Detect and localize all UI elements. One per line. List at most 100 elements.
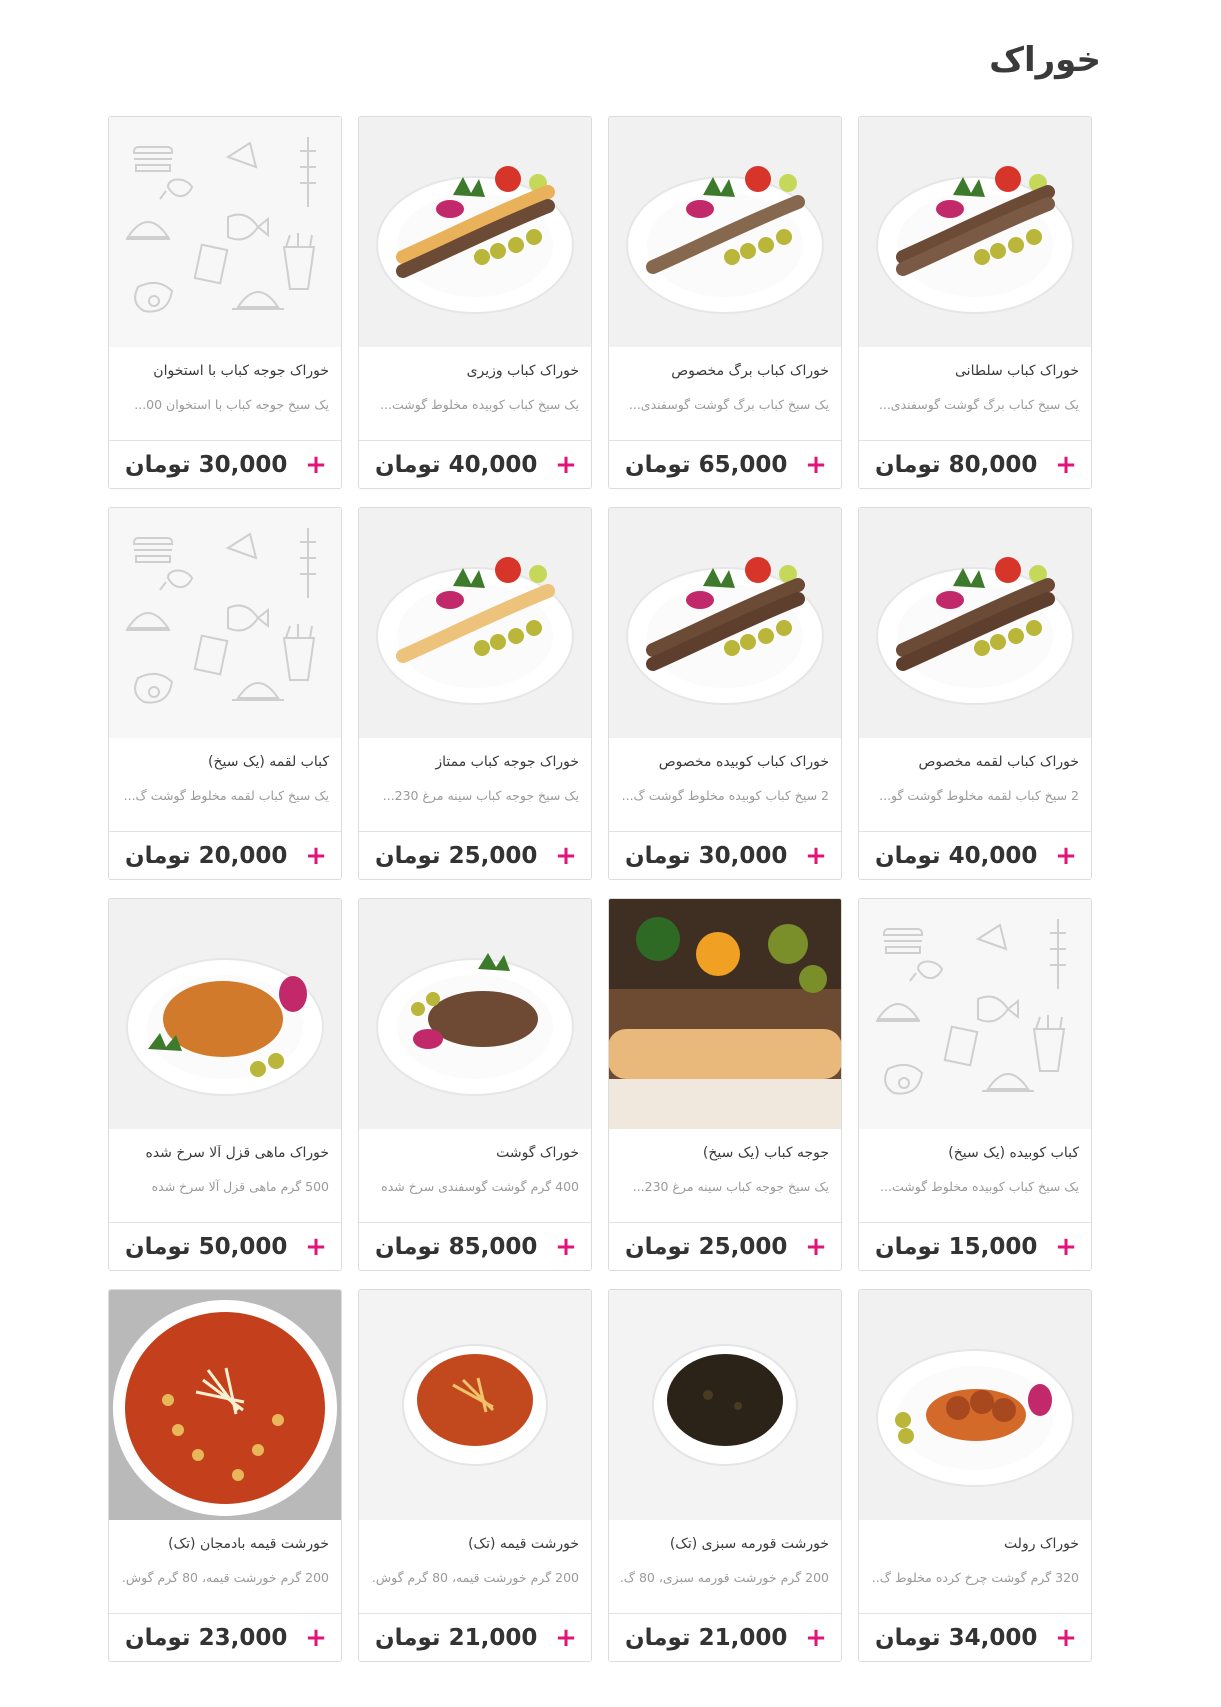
- product-image[interactable]: [609, 117, 841, 347]
- product-price: 20,000 تومان: [125, 842, 288, 869]
- product-card[interactable]: خوراک کباب برگ مخصوص یک سیخ کباب برگ گوشت…: [608, 116, 842, 489]
- add-to-cart-button[interactable]: +: [553, 452, 579, 478]
- product-name[interactable]: خورشت قیمه بادمجان (تک): [121, 1536, 329, 1552]
- product-description: 2 سیخ کباب لقمه مخلوط گوشت گو...: [879, 788, 1079, 803]
- product-name[interactable]: خوراک ماهی قزل آلا سرخ شده: [121, 1145, 329, 1161]
- product-card[interactable]: خوراک رولت 320 گرم گوشت چرخ کرده مخلوط گ.…: [858, 1289, 1092, 1662]
- add-to-cart-button[interactable]: +: [803, 1625, 829, 1651]
- product-image[interactable]: [609, 508, 841, 738]
- product-name[interactable]: خوراک کباب لقمه مخصوص: [871, 754, 1079, 770]
- product-image[interactable]: [609, 899, 841, 1129]
- product-card[interactable]: خوراک جوجه کباب ممتاز یک سیخ جوجه کباب سی…: [358, 507, 592, 880]
- add-to-cart-button[interactable]: +: [1053, 452, 1079, 478]
- product-price: 50,000 تومان: [125, 1233, 288, 1260]
- product-description: یک سیخ جوجه کباب سینه مرغ 230...: [382, 788, 579, 803]
- card-footer: 20,000 تومان +: [109, 831, 341, 879]
- card-footer: 21,000 تومان +: [359, 1613, 591, 1661]
- product-card[interactable]: خوراک ماهی قزل آلا سرخ شده 500 گرم ماهی ق…: [108, 898, 342, 1271]
- product-price: 40,000 تومان: [875, 842, 1038, 869]
- food-photo: [609, 1290, 841, 1520]
- product-card[interactable]: خوراک کباب وزیری یک سیخ کباب کوبیده مخلوط…: [358, 116, 592, 489]
- food-photo: [609, 899, 841, 1129]
- add-to-cart-button[interactable]: +: [553, 843, 579, 869]
- product-image[interactable]: [109, 1290, 341, 1520]
- product-description: یک سیخ کباب کوبیده مخلوط گوشت...: [880, 1179, 1079, 1194]
- add-to-cart-button[interactable]: +: [803, 452, 829, 478]
- product-card[interactable]: خوراک کباب کوبیده مخصوص 2 سیخ کباب کوبیده…: [608, 507, 842, 880]
- product-name[interactable]: خوراک جوجه کباب ممتاز: [371, 754, 579, 770]
- food-photo: [359, 1290, 591, 1520]
- product-name[interactable]: خورشت قیمه (تک): [371, 1536, 579, 1552]
- product-image[interactable]: [359, 1290, 591, 1520]
- product-card[interactable]: خوراک کباب لقمه مخصوص 2 سیخ کباب لقمه مخل…: [858, 507, 1092, 880]
- product-image[interactable]: [859, 899, 1091, 1129]
- card-footer: 85,000 تومان +: [359, 1222, 591, 1270]
- product-price: 21,000 تومان: [375, 1624, 538, 1651]
- food-photo: [376, 166, 574, 314]
- add-to-cart-button[interactable]: +: [1053, 1625, 1079, 1651]
- add-to-cart-button[interactable]: +: [1053, 1234, 1079, 1260]
- product-image[interactable]: [859, 508, 1091, 738]
- card-footer: 40,000 تومان +: [359, 440, 591, 488]
- product-name[interactable]: کباب لقمه (یک سیخ): [121, 754, 329, 770]
- product-image[interactable]: [359, 117, 591, 347]
- product-name[interactable]: خورشت قورمه سبزی (تک): [621, 1536, 829, 1552]
- product-price: 30,000 تومان: [625, 842, 788, 869]
- food-photo: [876, 1349, 1074, 1487]
- add-to-cart-button[interactable]: +: [303, 452, 329, 478]
- product-name[interactable]: خوراک کباب وزیری: [371, 363, 579, 379]
- food-photo: [109, 1290, 341, 1520]
- card-footer: 25,000 تومان +: [359, 831, 591, 879]
- add-to-cart-button[interactable]: +: [803, 1234, 829, 1260]
- add-to-cart-button[interactable]: +: [803, 843, 829, 869]
- product-name[interactable]: خوراک کباب سلطانی: [871, 363, 1079, 379]
- product-description: 2 سیخ کباب کوبیده مخلوط گوشت گ...: [621, 788, 829, 803]
- product-name[interactable]: خوراک کباب برگ مخصوص: [621, 363, 829, 379]
- product-description: یک سیخ کباب برگ گوشت گوسفندی...: [878, 397, 1079, 412]
- add-to-cart-button[interactable]: +: [303, 1234, 329, 1260]
- product-name[interactable]: خوراک کباب کوبیده مخصوص: [621, 754, 829, 770]
- add-to-cart-button[interactable]: +: [553, 1625, 579, 1651]
- product-image[interactable]: [859, 117, 1091, 347]
- product-name[interactable]: خوراک رولت: [871, 1536, 1079, 1552]
- product-name[interactable]: خوراک گوشت: [371, 1145, 579, 1161]
- product-name[interactable]: جوجه کباب (یک سیخ): [621, 1145, 829, 1161]
- product-card[interactable]: خورشت قورمه سبزی (تک) 200 گرم خورشت قورمه…: [608, 1289, 842, 1662]
- product-price: 25,000 تومان: [375, 842, 538, 869]
- card-footer: 30,000 تومان +: [109, 440, 341, 488]
- add-to-cart-button[interactable]: +: [303, 1625, 329, 1651]
- menu-page: خوراک خوراک کباب سلطانی یک سیخ کباب برگ گ…: [0, 0, 1221, 1707]
- section-title: خوراک: [989, 40, 1101, 80]
- add-to-cart-button[interactable]: +: [553, 1234, 579, 1260]
- product-card[interactable]: خورشت قیمه (تک) 200 گرم خورشت قیمه، 80 گر…: [358, 1289, 592, 1662]
- add-to-cart-button[interactable]: +: [303, 843, 329, 869]
- product-price: 80,000 تومان: [875, 451, 1038, 478]
- product-card[interactable]: خوراک کباب سلطانی یک سیخ کباب برگ گوشت گو…: [858, 116, 1092, 489]
- product-card[interactable]: جوجه کباب (یک سیخ) یک سیخ جوجه کباب سینه …: [608, 898, 842, 1271]
- product-image[interactable]: [609, 1290, 841, 1520]
- food-photo: [876, 166, 1074, 314]
- product-name[interactable]: کباب کوبیده (یک سیخ): [871, 1145, 1079, 1161]
- food-photo: [126, 958, 324, 1096]
- product-card[interactable]: کباب لقمه (یک سیخ) یک سیخ کباب لقمه مخلوط…: [108, 507, 342, 880]
- product-price: 25,000 تومان: [625, 1233, 788, 1260]
- food-placeholder-icon: [109, 117, 341, 347]
- product-image[interactable]: [359, 899, 591, 1129]
- product-image[interactable]: [109, 899, 341, 1129]
- food-placeholder-icon: [109, 508, 341, 738]
- product-image[interactable]: [859, 1290, 1091, 1520]
- product-price: 40,000 تومان: [375, 451, 538, 478]
- product-card[interactable]: خوراک گوشت 400 گرم گوشت گوسفندی سرخ شده 85…: [358, 898, 592, 1271]
- product-name[interactable]: خوراک جوجه کباب با استخوان: [121, 363, 329, 379]
- product-price: 34,000 تومان: [875, 1624, 1038, 1651]
- product-card[interactable]: خوراک جوجه کباب با استخوان یک سیخ جوجه کب…: [108, 116, 342, 489]
- product-card[interactable]: کباب کوبیده (یک سیخ) یک سیخ کباب کوبیده م…: [858, 898, 1092, 1271]
- add-to-cart-button[interactable]: +: [1053, 843, 1079, 869]
- product-description: یک سیخ کباب کوبیده مخلوط گوشت...: [380, 397, 579, 412]
- product-image[interactable]: [109, 508, 341, 738]
- card-footer: 23,000 تومان +: [109, 1613, 341, 1661]
- product-image[interactable]: [359, 508, 591, 738]
- product-card[interactable]: خورشت قیمه بادمجان (تک) 200 گرم خورشت قیم…: [108, 1289, 342, 1662]
- product-grid: خوراک کباب سلطانی یک سیخ کباب برگ گوشت گو…: [108, 116, 1092, 1662]
- product-image[interactable]: [109, 117, 341, 347]
